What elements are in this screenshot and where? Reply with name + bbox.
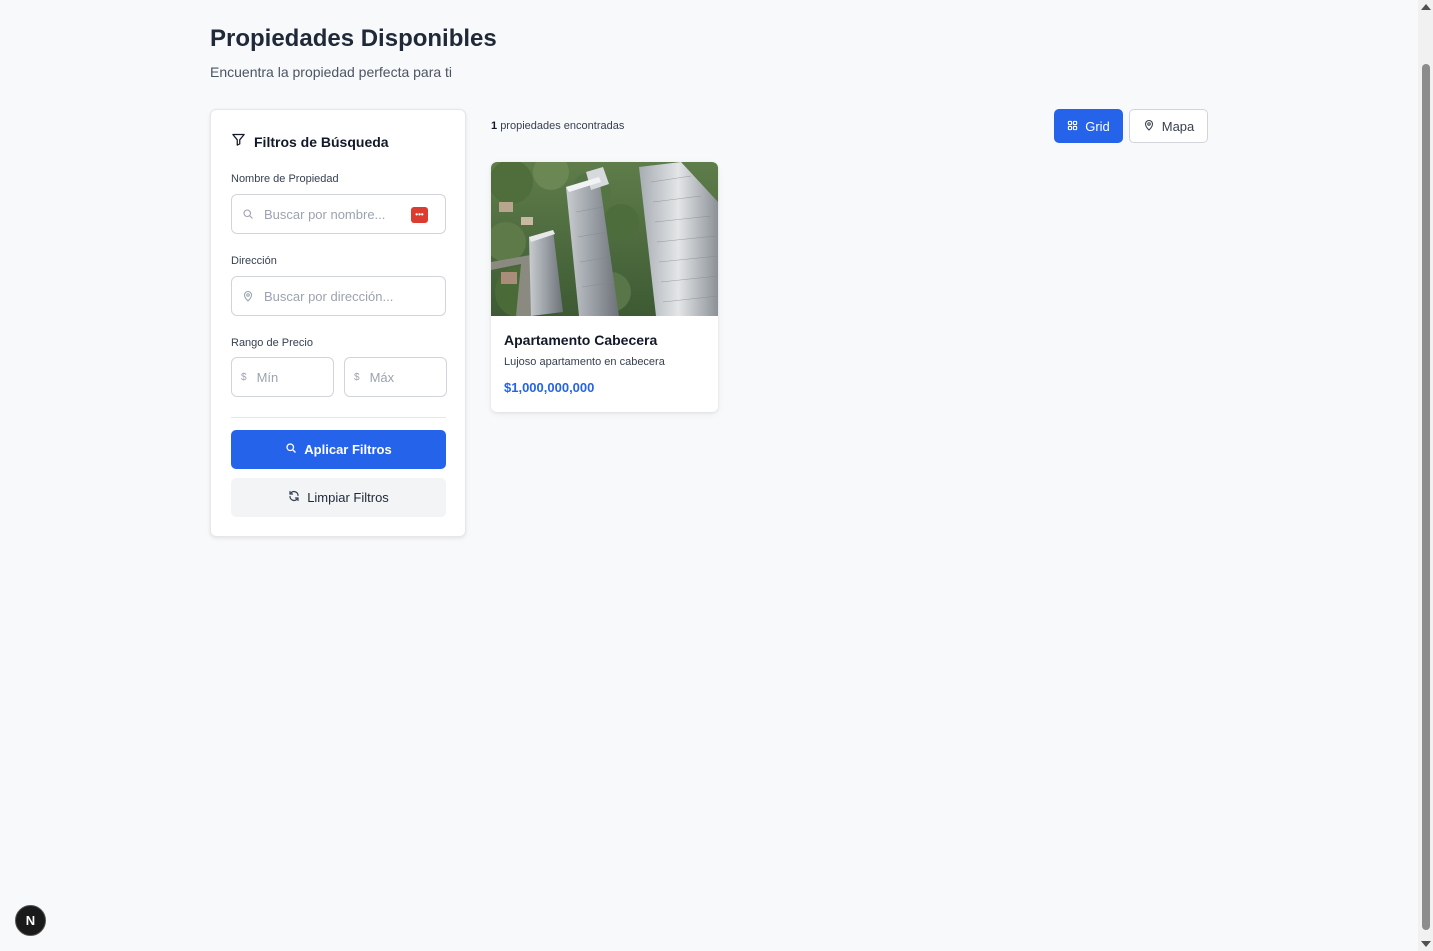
filters-panel: Filtros de Búsqueda Nombre de Propiedad …: [210, 109, 466, 537]
max-price-field[interactable]: $: [344, 357, 447, 397]
property-image: [491, 162, 718, 316]
grid-icon: [1067, 119, 1078, 134]
clear-filters-button[interactable]: Limpiar Filtros: [231, 478, 446, 517]
page-title: Propiedades Disponibles: [210, 25, 497, 52]
name-field-label: Nombre de Propiedad: [231, 173, 339, 185]
map-pin-icon: [242, 290, 254, 302]
map-view-label: Mapa: [1161, 118, 1195, 134]
filters-header: Filtros de Búsqueda: [231, 132, 389, 152]
map-pin-icon: [1143, 119, 1155, 134]
nextjs-dev-badge[interactable]: N: [15, 905, 46, 936]
apply-filters-button[interactable]: Aplicar Filtros: [231, 430, 446, 469]
password-manager-icon[interactable]: •••: [411, 207, 428, 223]
currency-symbol: $: [354, 371, 360, 383]
apply-filters-label: Aplicar Filtros: [304, 442, 392, 457]
property-price: $1,000,000,000: [504, 380, 595, 395]
property-title[interactable]: Apartamento Cabecera: [504, 332, 657, 348]
results-count: 1 propiedades encontradas: [491, 120, 624, 132]
property-card[interactable]: Apartamento Cabecera Lujoso apartamento …: [491, 162, 718, 412]
scroll-thumb[interactable]: [1422, 64, 1430, 930]
address-field[interactable]: [231, 276, 446, 316]
property-description: Lujoso apartamento en cabecera: [504, 356, 665, 368]
results-count-number: 1: [491, 120, 498, 132]
currency-symbol: $: [241, 371, 247, 383]
scroll-up-arrow[interactable]: [1421, 4, 1431, 10]
address-field-label: Dirección: [231, 255, 277, 267]
search-icon: [285, 442, 297, 457]
results-count-text: propiedades encontradas: [500, 120, 625, 132]
name-search-input[interactable]: [264, 206, 394, 222]
clear-filters-label: Limpiar Filtros: [307, 490, 389, 505]
refresh-icon: [288, 490, 300, 505]
filter-icon: [231, 132, 246, 152]
filters-title: Filtros de Búsqueda: [254, 134, 389, 150]
grid-view-label: Grid: [1085, 118, 1110, 134]
name-field[interactable]: •••: [231, 194, 446, 234]
price-range-label: Rango de Precio: [231, 337, 313, 349]
scroll-down-arrow[interactable]: [1421, 941, 1431, 947]
min-price-field[interactable]: $: [231, 357, 334, 397]
page-subtitle: Encuentra la propiedad perfecta para ti: [210, 64, 453, 80]
search-icon: [242, 208, 254, 220]
vertical-scrollbar[interactable]: [1418, 0, 1433, 951]
address-search-input[interactable]: [264, 288, 394, 304]
grid-view-button[interactable]: Grid: [1054, 109, 1123, 143]
min-price-input[interactable]: [256, 369, 317, 385]
max-price-input[interactable]: [369, 369, 430, 385]
map-view-button[interactable]: Mapa: [1129, 109, 1208, 143]
divider: [231, 417, 446, 418]
